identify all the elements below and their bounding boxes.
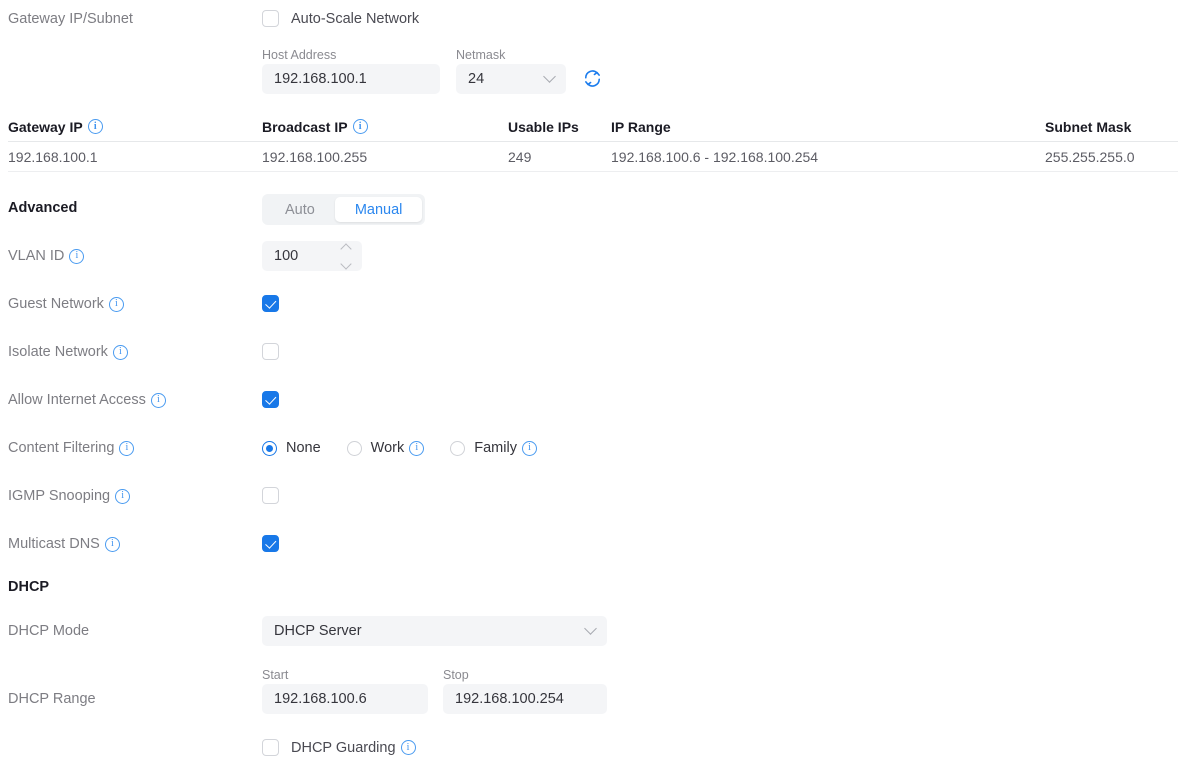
- guest-network-label: Guest Network: [8, 296, 104, 312]
- radio-option-family[interactable]: Family: [450, 440, 537, 456]
- allow-internet-access-checkbox[interactable]: [262, 391, 279, 408]
- column-header-usable-ips: Usable IPs: [508, 118, 579, 135]
- cell-subnet-mask: 255.255.255.0: [1045, 148, 1135, 165]
- dhcp-mode-value: DHCP Server: [274, 623, 362, 639]
- info-icon[interactable]: [150, 392, 166, 408]
- column-header-subnet-mask: Subnet Mask: [1045, 118, 1132, 135]
- igmp-snooping-label-row: IGMP Snooping: [8, 488, 131, 504]
- toggle-option-auto[interactable]: Auto: [265, 197, 335, 222]
- info-icon[interactable]: [400, 740, 416, 755]
- info-icon[interactable]: [108, 296, 124, 312]
- dhcp-range-label-row: DHCP Range: [8, 691, 96, 707]
- auto-scale-network-row[interactable]: Auto-Scale Network: [262, 10, 419, 27]
- dhcp-guarding-checkbox[interactable]: [262, 739, 279, 756]
- multicast-dns-checkbox[interactable]: [262, 535, 279, 552]
- host-address-input[interactable]: [262, 64, 440, 94]
- dhcp-mode-select[interactable]: DHCP Server: [262, 616, 607, 646]
- refresh-icon[interactable]: [583, 69, 602, 93]
- info-icon[interactable]: [87, 119, 103, 134]
- content-filtering-label-row: Content Filtering: [8, 440, 135, 456]
- info-icon[interactable]: [119, 440, 135, 456]
- subnet-summary-table: Gateway IP Broadcast IP Usable IPs IP Ra…: [8, 112, 1178, 172]
- radio-work[interactable]: [346, 440, 362, 456]
- advanced-heading: Advanced: [8, 200, 78, 216]
- netmask-caption: Netmask: [456, 48, 506, 62]
- cell-gateway-ip: 192.168.100.1: [8, 148, 98, 165]
- allow-internet-access-label-row: Allow Internet Access: [8, 392, 166, 408]
- info-icon[interactable]: [69, 248, 85, 264]
- column-header-ip-range: IP Range: [611, 118, 671, 135]
- advanced-mode-toggle[interactable]: Auto Manual: [262, 194, 426, 225]
- radio-option-none[interactable]: None: [262, 440, 321, 456]
- stepper-arrows[interactable]: [340, 242, 352, 270]
- igmp-snooping-label: IGMP Snooping: [8, 488, 111, 504]
- gateway-subnet-label: Gateway IP/Subnet: [8, 11, 133, 27]
- dhcp-heading: DHCP: [8, 579, 50, 595]
- content-filtering-radio-group[interactable]: None Work Family: [262, 440, 537, 456]
- info-icon[interactable]: [521, 440, 537, 456]
- dhcp-stop-caption: Stop: [443, 668, 469, 682]
- gateway-subnet-label-row: Gateway IP/Subnet: [8, 11, 133, 27]
- toggle-option-manual[interactable]: Manual: [334, 197, 423, 222]
- radio-none[interactable]: [262, 440, 277, 456]
- column-header-broadcast-ip: Broadcast IP: [262, 119, 508, 135]
- chevron-down-icon: [584, 621, 597, 635]
- guest-network-label-row: Guest Network: [8, 296, 124, 312]
- netmask-select[interactable]: 24: [456, 64, 566, 94]
- advanced-heading-row: Advanced: [8, 200, 77, 216]
- cell-ip-range: 192.168.100.6 - 192.168.100.254: [611, 148, 819, 165]
- radio-family[interactable]: [450, 440, 466, 456]
- host-address-caption: Host Address: [262, 48, 337, 62]
- chevron-up-icon[interactable]: [340, 242, 352, 255]
- allow-internet-access-label: Allow Internet Access: [8, 392, 146, 408]
- dhcp-start-input[interactable]: [262, 684, 428, 714]
- radio-option-work[interactable]: Work: [346, 440, 425, 456]
- isolate-network-checkbox[interactable]: [262, 343, 279, 360]
- table-header-row: Gateway IP Broadcast IP Usable IPs IP Ra…: [8, 112, 1178, 142]
- auto-scale-network-label: Auto-Scale Network: [291, 10, 420, 27]
- cell-broadcast-ip: 192.168.100.255: [262, 148, 368, 165]
- column-header-gateway-ip: Gateway IP: [8, 119, 262, 135]
- multicast-dns-label-row: Multicast DNS: [8, 536, 120, 552]
- isolate-network-label-row: Isolate Network: [8, 344, 128, 360]
- dhcp-guarding-label: DHCP Guarding: [291, 739, 396, 756]
- dhcp-start-caption: Start: [262, 668, 289, 682]
- igmp-snooping-checkbox[interactable]: [262, 487, 279, 504]
- table-row: 192.168.100.1 192.168.100.255 249 192.16…: [8, 142, 1178, 172]
- dhcp-heading-row: DHCP: [8, 579, 49, 595]
- info-icon[interactable]: [112, 344, 128, 360]
- vlan-id-label-row: VLAN ID: [8, 248, 85, 264]
- chevron-down-icon[interactable]: [340, 257, 352, 270]
- isolate-network-label: Isolate Network: [8, 344, 108, 360]
- info-icon[interactable]: [352, 119, 368, 134]
- cell-usable-ips: 249: [508, 148, 532, 165]
- guest-network-checkbox[interactable]: [262, 295, 279, 312]
- dhcp-mode-label-row: DHCP Mode: [8, 623, 89, 639]
- dhcp-guarding-row[interactable]: DHCP Guarding: [262, 739, 416, 756]
- dhcp-stop-input[interactable]: [443, 684, 607, 714]
- multicast-dns-label: Multicast DNS: [8, 536, 100, 552]
- info-icon[interactable]: [115, 488, 131, 504]
- auto-scale-network-checkbox[interactable]: [262, 10, 279, 27]
- dhcp-mode-label: DHCP Mode: [8, 623, 90, 639]
- dhcp-range-label: DHCP Range: [8, 691, 96, 707]
- info-icon[interactable]: [104, 536, 120, 552]
- vlan-id-value: 100: [274, 248, 299, 264]
- content-filtering-label: Content Filtering: [8, 440, 115, 456]
- vlan-id-stepper[interactable]: 100: [262, 241, 362, 271]
- chevron-down-icon: [543, 69, 556, 83]
- info-icon[interactable]: [409, 440, 425, 456]
- netmask-value: 24: [468, 71, 485, 87]
- vlan-id-label: VLAN ID: [8, 248, 65, 264]
- network-settings-panel: Gateway IP/Subnet Auto-Scale Network Hos…: [0, 0, 1186, 770]
